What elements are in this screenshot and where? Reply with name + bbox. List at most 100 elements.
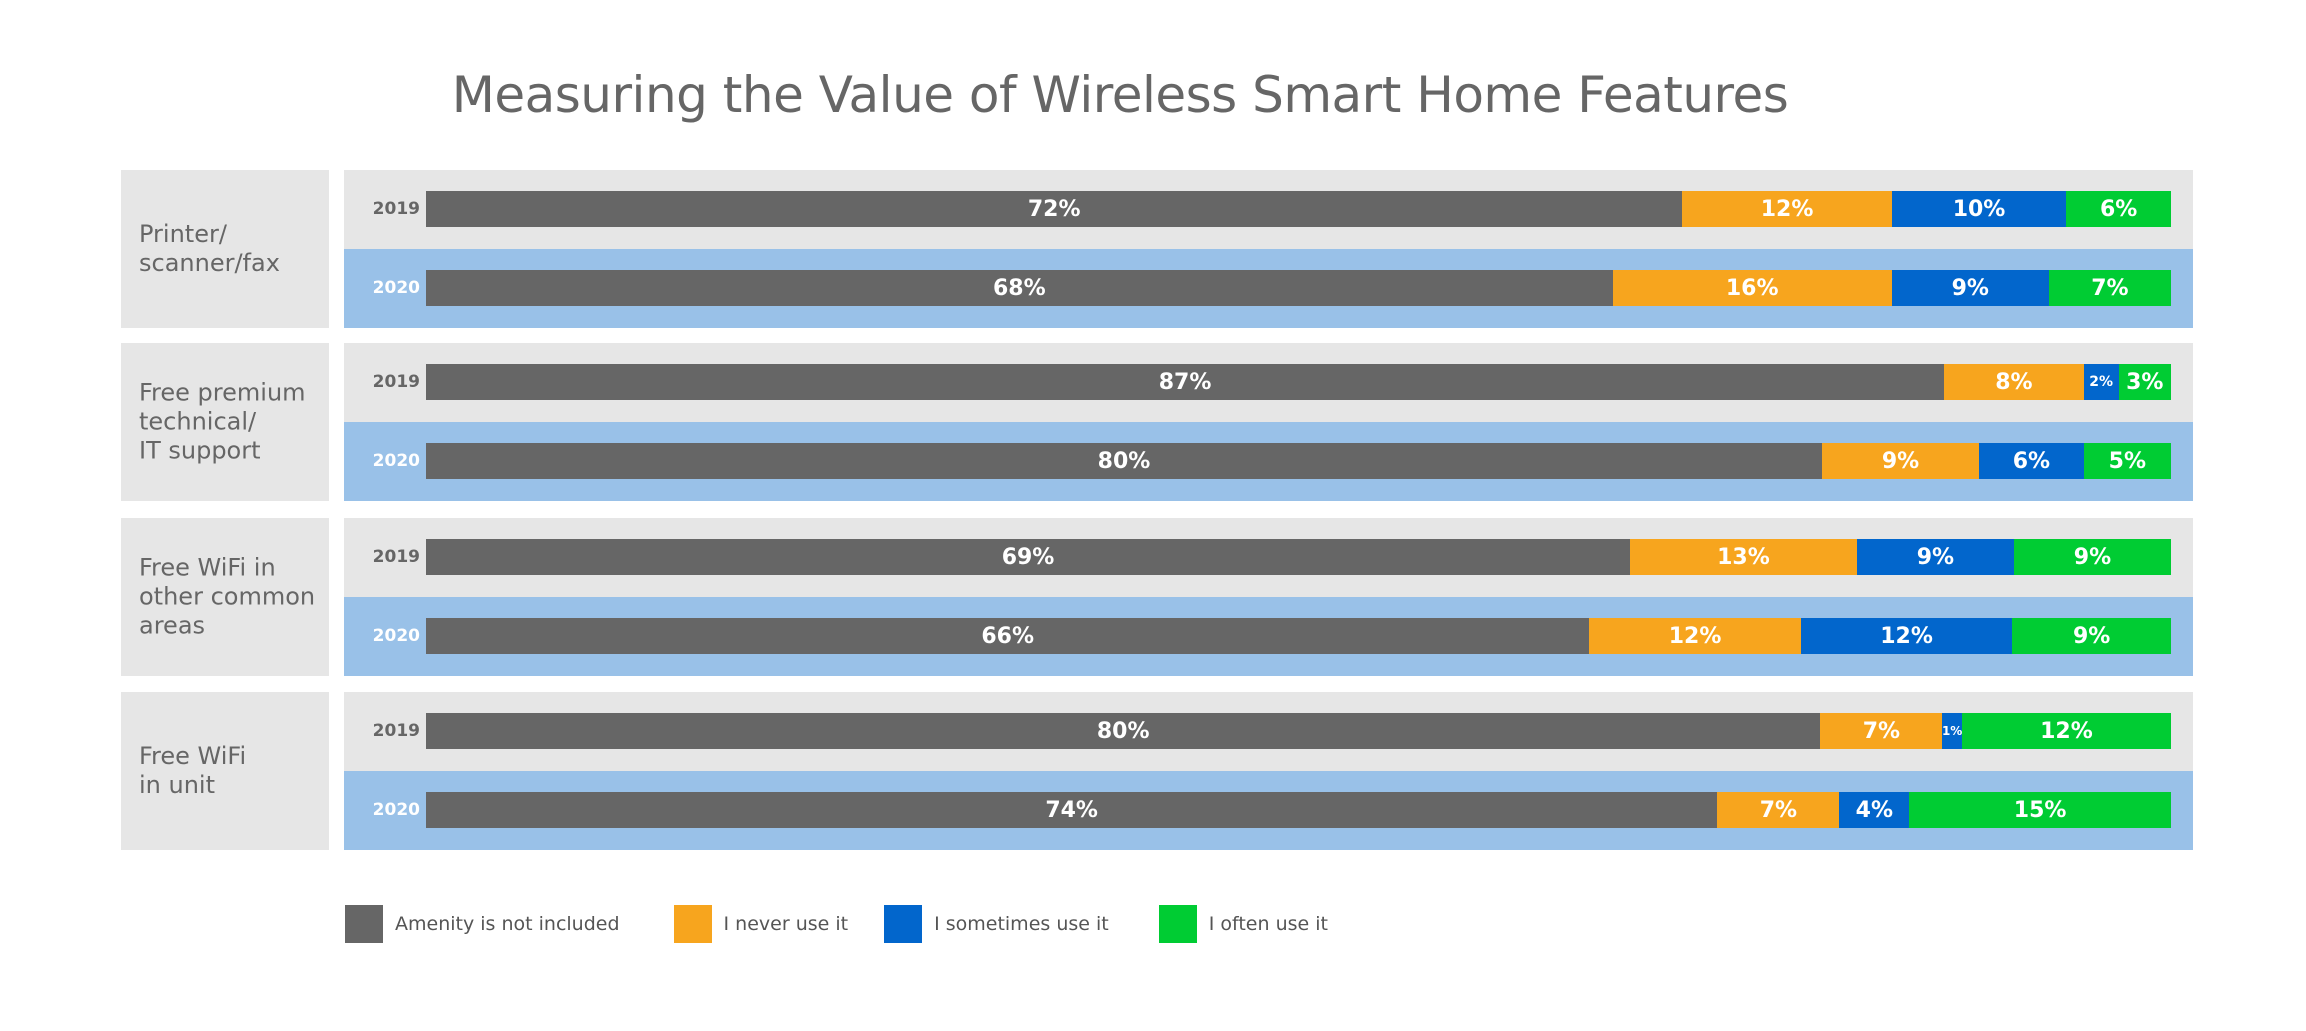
year-label: 2019: [372, 372, 420, 392]
year-row-2020: 2020 68% 16% 9% 7%: [344, 249, 2193, 328]
bar-segment-sometimes-use: 9%: [1856, 539, 2014, 575]
year-row-2019: 2019 87% 8% 2% 3%: [344, 343, 2193, 422]
stacked-bar: 72% 12% 10% 6%: [426, 191, 2171, 227]
data-label: 9%: [1881, 448, 1920, 474]
data-label: 69%: [1001, 544, 1055, 570]
bar-panel: 2019 69% 13% 9% 9% 2020 66% 12% 12% 9%: [344, 518, 2193, 676]
bar-segment-not-included: 74%: [426, 792, 1718, 828]
data-label: 80%: [1096, 718, 1150, 744]
data-label: 7%: [2091, 275, 2129, 301]
legend: Amenity is not included I never use it I s…: [345, 905, 1328, 943]
legend-item-sometimes-use: I sometimes use it: [884, 905, 1109, 943]
legend-swatch: [673, 905, 712, 943]
year-row-2020: 2020 80% 9% 6% 5%: [344, 422, 2193, 501]
bar-segment-not-included: 66%: [426, 618, 1590, 654]
category-group: Free premium technical/ IT support 2019 87…: [121, 343, 2193, 501]
data-label: 12%: [1760, 196, 1814, 222]
stacked-bar: 68% 16% 9% 7%: [426, 270, 2171, 306]
stacked-bar: 74% 7% 4% 15%: [426, 792, 2171, 828]
category-label: Free premium technical/ IT support: [139, 378, 306, 465]
year-row-2019: 2019 80% 7% 1% 12%: [344, 692, 2193, 771]
bar-segment-never-use: 7%: [1717, 792, 1840, 828]
year-row-2019: 2019 69% 13% 9% 9%: [344, 518, 2193, 597]
data-label: 6%: [2099, 196, 2138, 222]
bar-segment-not-included: 69%: [426, 539, 1631, 575]
data-label: 87%: [1158, 369, 1212, 395]
bar-segment-not-included: 72%: [426, 191, 1683, 227]
bar-segment-not-included: 80%: [426, 713, 1821, 749]
bar-panel: 2019 87% 8% 2% 3% 2020 80% 9% 6% 5%: [344, 343, 2193, 501]
year-row-2019: 2019 72% 12% 10% 6%: [344, 170, 2193, 249]
data-label: 12%: [1668, 623, 1722, 649]
bar-segment-sometimes-use: 1%: [1942, 713, 1962, 749]
category-label-box: Free premium technical/ IT support: [121, 343, 329, 501]
stacked-bar: 87% 8% 2% 3%: [426, 364, 2171, 400]
legend-item-not-included: Amenity is not included: [345, 905, 620, 943]
year-row-2020: 2020 66% 12% 12% 9%: [344, 597, 2193, 676]
data-label: 15%: [2013, 797, 2067, 823]
data-label: 8%: [1995, 369, 2033, 395]
bar-segment-not-included: 87%: [426, 364, 1945, 400]
data-label: 7%: [1862, 718, 1901, 744]
bar-segment-never-use: 9%: [1822, 443, 1980, 479]
bar-segment-never-use: 7%: [1820, 713, 1943, 749]
category-label: Free WiFi in other common areas: [139, 553, 316, 640]
bar-segment-sometimes-use: 2%: [2083, 364, 2119, 400]
bar-segment-sometimes-use: 9%: [1891, 270, 2049, 306]
data-label: 9%: [1916, 544, 1955, 570]
bar-segment-often-use: 7%: [2048, 270, 2171, 306]
chart-title: Measuring the Value of Wireless Smart Ho…: [451, 66, 1789, 124]
bar-segment-never-use: 12%: [1589, 618, 1801, 654]
year-label: 2019: [372, 199, 420, 219]
category-label: Printer/ scanner/fax: [139, 220, 280, 277]
year-label: 2020: [372, 451, 420, 471]
data-label: 66%: [981, 623, 1034, 649]
bar-segment-sometimes-use: 10%: [1891, 191, 2067, 227]
data-label: 9%: [1951, 275, 1989, 301]
bar-panel: 2019 80% 7% 1% 12% 2020 74% 7% 4% 15%: [344, 692, 2193, 850]
bar-segment-sometimes-use: 6%: [1979, 443, 2084, 479]
bar-segment-sometimes-use: 12%: [1800, 618, 2013, 654]
year-label: 2020: [372, 800, 420, 820]
bar-segment-never-use: 16%: [1612, 270, 1892, 306]
data-label: 5%: [2108, 448, 2147, 474]
data-label: 16%: [1725, 275, 1779, 301]
data-label: 3%: [2126, 369, 2164, 395]
data-label: 74%: [1045, 797, 1098, 823]
year-row-2020: 2020 74% 7% 4% 15%: [344, 771, 2193, 850]
legend-label: I often use it: [1208, 913, 1328, 935]
bar-segment-not-included: 80%: [426, 443, 1822, 479]
bar-segment-often-use: 3%: [2118, 364, 2171, 400]
data-label: 4%: [1855, 797, 1894, 823]
bar-segment-often-use: 9%: [2013, 539, 2171, 575]
data-label: 9%: [2072, 623, 2111, 649]
category-group: Free WiFi in other common areas 2019 69% 13…: [121, 518, 2193, 676]
bar-segment-often-use: 12%: [1961, 713, 2171, 749]
bar-segment-never-use: 12%: [1682, 191, 1892, 227]
stacked-bar: 66% 12% 12% 9%: [426, 618, 2171, 654]
bar-segment-never-use: 13%: [1630, 539, 1857, 575]
legend-label: I sometimes use it: [934, 913, 1109, 935]
stacked-bar: 80% 9% 6% 5%: [426, 443, 2171, 479]
data-label: 9%: [2073, 544, 2112, 570]
legend-item-often-use: I often use it: [1158, 905, 1328, 943]
bar-segment-often-use: 5%: [2083, 443, 2171, 479]
data-label: 12%: [2040, 718, 2093, 744]
category-label: Free WiFi in unit: [139, 742, 247, 799]
year-label: 2020: [372, 278, 420, 298]
category-label-box: Free WiFi in other common areas: [121, 518, 329, 676]
bar-segment-often-use: 15%: [1909, 792, 2171, 828]
legend-swatch: [1158, 905, 1197, 943]
data-label: 12%: [1880, 623, 1933, 649]
stacked-bar: 80% 7% 1% 12%: [426, 713, 2171, 749]
data-label: 7%: [1759, 797, 1798, 823]
data-label: 72%: [1027, 196, 1081, 222]
legend-label: I never use it: [723, 913, 849, 935]
year-label: 2019: [372, 547, 420, 567]
data-label: 6%: [2012, 448, 2051, 474]
data-label: 10%: [1952, 196, 2006, 222]
legend-label: Amenity is not included: [395, 913, 620, 935]
legend-swatch: [345, 905, 383, 943]
bar-segment-never-use: 8%: [1944, 364, 2084, 400]
data-label: 13%: [1717, 544, 1770, 570]
